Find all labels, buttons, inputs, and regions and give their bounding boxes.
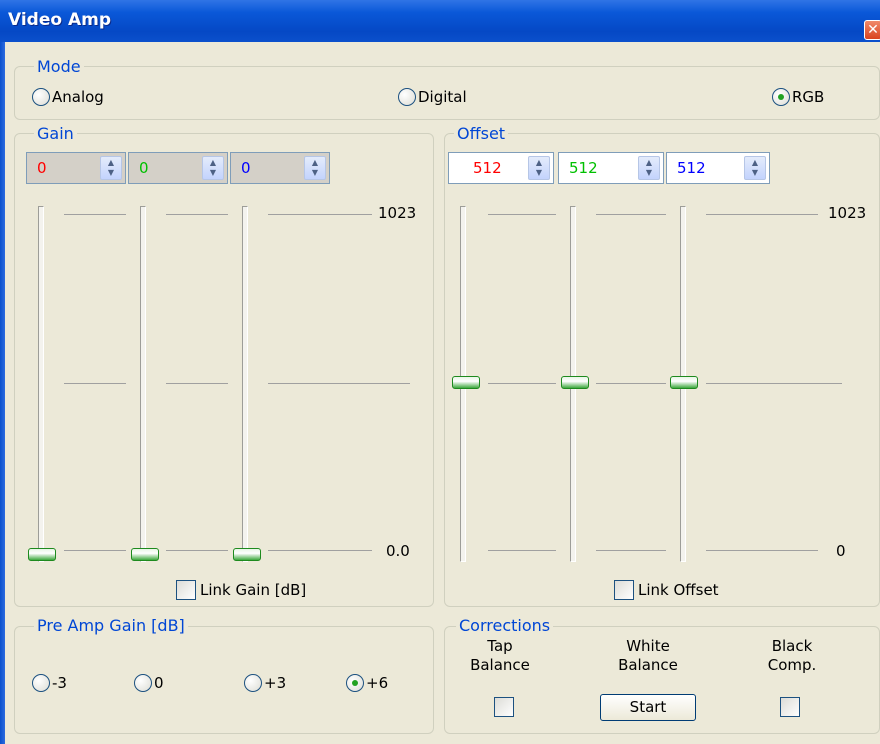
- offset-red-slider-thumb[interactable]: [452, 376, 480, 389]
- black-label-line1: Black: [771, 637, 813, 655]
- spin-arrows-icon[interactable]: ▲ ▼: [744, 156, 766, 180]
- mode-rgb-label: RGB: [792, 88, 825, 106]
- radio-indicator-analog: [32, 88, 50, 106]
- gain-red-spinner[interactable]: 0 ▲ ▼: [26, 152, 126, 184]
- white-label-line1: White: [626, 637, 670, 655]
- spin-arrows-icon[interactable]: ▲ ▼: [638, 156, 660, 180]
- offset-tick: [488, 383, 556, 384]
- gain-group: [14, 133, 434, 607]
- link-gain-label: Link Gain [dB]: [200, 581, 307, 599]
- black-comp-checkbox[interactable]: [780, 697, 800, 717]
- offset-tick: [596, 550, 666, 551]
- mode-analog-label: Analog: [52, 88, 104, 106]
- window-border: [0, 42, 5, 744]
- preamp-0-radio[interactable]: 0: [134, 674, 164, 692]
- white-balance-start-button[interactable]: Start: [600, 694, 696, 721]
- gain-tick: [268, 214, 372, 215]
- gain-green-slider-track[interactable]: [140, 206, 146, 562]
- offset-red-spinner[interactable]: 512 ▲ ▼: [448, 152, 554, 184]
- gain-tick: [166, 550, 228, 551]
- white-label-line2: Balance: [618, 656, 678, 674]
- gain-blue-slider-track[interactable]: [242, 206, 248, 562]
- gain-blue-slider-thumb[interactable]: [233, 548, 261, 561]
- gain-green-slider-thumb[interactable]: [131, 548, 159, 561]
- offset-group: [444, 133, 880, 607]
- black-comp-label: Black Comp.: [752, 637, 832, 675]
- gain-green-spinner[interactable]: 0 ▲ ▼: [128, 152, 228, 184]
- spin-arrows-icon[interactable]: ▲ ▼: [100, 156, 122, 180]
- mode-analog-radio[interactable]: Analog: [32, 88, 104, 106]
- gain-red-value: 0: [37, 159, 47, 177]
- offset-group-title: Offset: [454, 125, 509, 143]
- radio-indicator-plus3: [244, 674, 262, 692]
- gain-tick: [64, 550, 126, 551]
- tap-label-line1: Tap: [487, 637, 513, 655]
- offset-tick: [706, 383, 842, 384]
- gain-blue-spinner[interactable]: 0 ▲ ▼: [230, 152, 330, 184]
- link-gain-checkbox[interactable]: [176, 580, 196, 600]
- preamp-group-title: Pre Amp Gain [dB]: [34, 617, 188, 635]
- offset-tick: [706, 214, 818, 215]
- white-balance-label: White Balance: [600, 637, 696, 675]
- radio-indicator-rgb: [772, 88, 790, 106]
- link-offset-label: Link Offset: [638, 581, 719, 599]
- gain-blue-value: 0: [241, 159, 251, 177]
- offset-scale-min: 0: [836, 542, 846, 560]
- window-title: Video Amp: [8, 10, 112, 30]
- black-label-line2: Comp.: [767, 656, 817, 674]
- preamp-minus3-radio[interactable]: -3: [32, 674, 67, 692]
- preamp-plus3-radio[interactable]: +3: [244, 674, 286, 692]
- offset-green-spinner[interactable]: 512 ▲ ▼: [558, 152, 664, 184]
- radio-indicator-digital: [398, 88, 416, 106]
- mode-group-title: Mode: [34, 58, 84, 76]
- offset-green-slider-thumb[interactable]: [561, 376, 589, 389]
- preamp-plus6-radio[interactable]: +6: [346, 674, 388, 692]
- preamp-plus6-label: +6: [366, 674, 389, 692]
- offset-tick: [596, 383, 666, 384]
- tap-balance-label: Tap Balance: [460, 637, 540, 675]
- tap-balance-checkbox[interactable]: [494, 697, 514, 717]
- gain-red-slider-thumb[interactable]: [28, 548, 56, 561]
- gain-scale-max: 1023: [378, 204, 417, 222]
- gain-scale-min: 0.0: [386, 542, 410, 560]
- mode-digital-label: Digital: [418, 88, 467, 106]
- title-bar: Video Amp: [0, 0, 880, 42]
- offset-tick: [488, 214, 556, 215]
- preamp-plus3-label: +3: [264, 674, 287, 692]
- gain-red-slider-track[interactable]: [38, 206, 44, 562]
- gain-tick: [268, 383, 410, 384]
- preamp-0-label: 0: [154, 674, 164, 692]
- offset-scale-max: 1023: [828, 204, 867, 222]
- corrections-group-title: Corrections: [456, 617, 554, 635]
- offset-tick: [596, 214, 666, 215]
- offset-blue-value: 512: [677, 159, 706, 177]
- gain-tick: [166, 383, 228, 384]
- radio-indicator-minus3: [32, 674, 50, 692]
- offset-green-value: 512: [569, 159, 598, 177]
- spin-arrows-icon[interactable]: ▲ ▼: [202, 156, 224, 180]
- gain-group-title: Gain: [34, 125, 77, 143]
- gain-green-value: 0: [139, 159, 149, 177]
- offset-blue-spinner[interactable]: 512 ▲ ▼: [666, 152, 770, 184]
- preamp-minus3-label: -3: [52, 674, 67, 692]
- gain-tick: [166, 214, 228, 215]
- mode-digital-radio[interactable]: Digital: [398, 88, 467, 106]
- close-icon[interactable]: ✕: [864, 20, 880, 40]
- spin-arrows-icon[interactable]: ▲ ▼: [304, 156, 326, 180]
- spin-arrows-icon[interactable]: ▲ ▼: [528, 156, 550, 180]
- radio-indicator-0: [134, 674, 152, 692]
- link-offset-checkbox[interactable]: [614, 580, 634, 600]
- gain-tick: [64, 383, 126, 384]
- radio-indicator-plus6: [346, 674, 364, 692]
- gain-tick: [268, 550, 372, 551]
- tap-label-line2: Balance: [470, 656, 530, 674]
- mode-rgb-radio[interactable]: RGB: [772, 88, 824, 106]
- offset-blue-slider-thumb[interactable]: [670, 376, 698, 389]
- gain-tick: [64, 214, 126, 215]
- offset-tick: [488, 550, 556, 551]
- offset-tick: [706, 550, 818, 551]
- offset-red-value: 512: [473, 159, 502, 177]
